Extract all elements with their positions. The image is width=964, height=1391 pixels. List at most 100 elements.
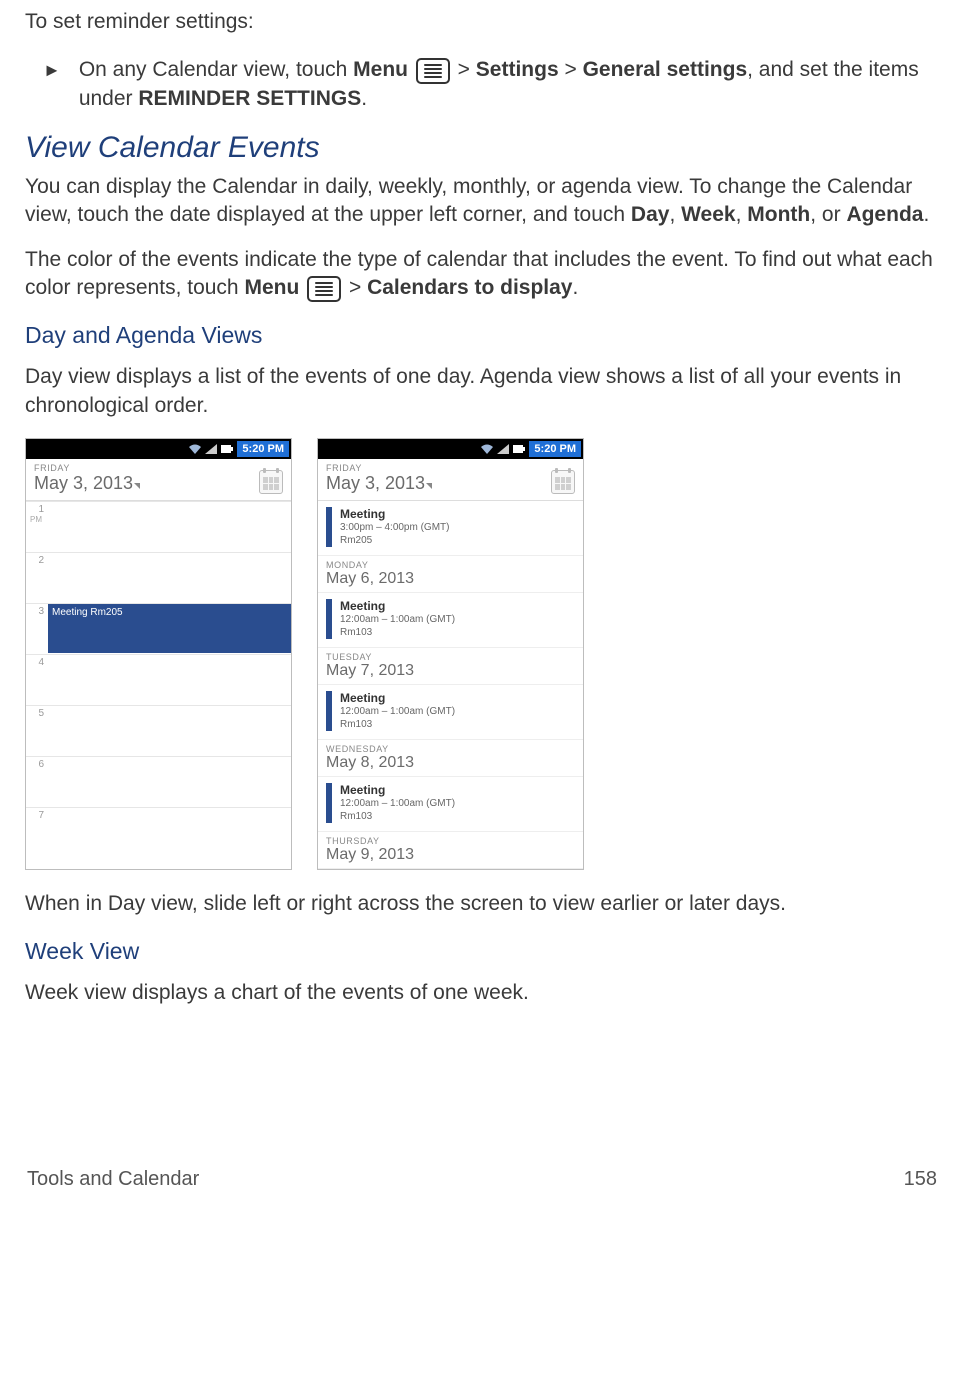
hour-label: 6 (30, 759, 44, 770)
wifi-icon (189, 444, 201, 454)
chevron-down-icon (426, 483, 432, 489)
hour-row[interactable]: 3 Meeting Rm205 (26, 603, 291, 654)
gt1: > (458, 58, 476, 81)
event-title: Meeting (340, 783, 455, 797)
agenda-weekday: WEDNESDAY (326, 744, 575, 754)
menu-label-2: Menu (244, 276, 299, 299)
hour-row[interactable]: 4 (26, 654, 291, 705)
agenda-date: May 6, 2013 (326, 570, 575, 588)
agenda-label: Agenda (846, 203, 923, 226)
event-location: Rm205 (340, 534, 449, 547)
wifi-icon (481, 444, 493, 454)
date-weekday: FRIDAY (34, 463, 140, 473)
page-footer: Tools and Calendar 158 (25, 1168, 939, 1201)
date-weekday: FRIDAY (326, 463, 432, 473)
event-location: Rm103 (340, 810, 455, 823)
chevron-down-icon (134, 483, 140, 489)
event-time: 12:00am – 1:00am (GMT) (340, 705, 455, 718)
week-label: Week (681, 203, 735, 226)
week-view-paragraph: Week view displays a chart of the events… (25, 979, 939, 1007)
p2gt: > (349, 276, 367, 299)
week-view-heading: Week View (25, 938, 939, 965)
agenda-weekday: MONDAY (326, 560, 575, 570)
hour-label: 7 (30, 810, 44, 821)
day-agenda-heading: Day and Agenda Views (25, 322, 939, 349)
bullet-content: On any Calendar view, touch Menu > Setti… (79, 56, 939, 113)
reminder-bullet: ► On any Calendar view, touch Menu > Set… (25, 56, 939, 113)
footer-section: Tools and Calendar (27, 1168, 199, 1191)
p1c3: , or (810, 203, 846, 226)
hour-row[interactable]: 2 (26, 552, 291, 603)
date-main: May 3, 2013 (34, 473, 133, 493)
view-calendar-events-heading: View Calendar Events (25, 131, 939, 165)
p1c1: , (669, 203, 681, 226)
agenda-section-header: TUESDAYMay 7, 2013 (318, 648, 583, 685)
date-main: May 3, 2013 (326, 473, 425, 493)
agenda-date: May 7, 2013 (326, 662, 575, 680)
event-color-bar (326, 783, 332, 823)
event-color-bar (326, 599, 332, 639)
event-location: Rm103 (340, 626, 455, 639)
today-button[interactable] (259, 470, 283, 494)
event-location: Rm103 (340, 718, 455, 731)
view-paragraph-1: You can display the Calendar in daily, w… (25, 173, 939, 230)
p2end: . (572, 276, 578, 299)
today-button[interactable] (551, 470, 575, 494)
signal-icon (205, 444, 217, 454)
agenda-view-body[interactable]: Meeting3:00pm – 4:00pm (GMT)Rm205MONDAYM… (318, 501, 583, 869)
hour-label: 5 (30, 708, 44, 719)
agenda-date: May 8, 2013 (326, 754, 575, 772)
day-view-body[interactable]: 1PM 2 3 Meeting Rm205 4 5 6 7 (26, 501, 291, 858)
hour-label: 4 (30, 657, 44, 668)
event-time: 3:00pm – 4:00pm (GMT) (340, 521, 449, 534)
event-title: Meeting (340, 507, 449, 521)
bullet-period: . (361, 87, 367, 110)
battery-icon (513, 444, 525, 454)
status-time: 5:20 PM (529, 441, 581, 457)
reminder-settings-label: REMINDER SETTINGS (138, 87, 361, 110)
event-title: Meeting (340, 691, 455, 705)
agenda-section-header: THURSDAYMay 9, 2013 (318, 832, 583, 869)
agenda-section-header: WEDNESDAYMay 8, 2013 (318, 740, 583, 777)
day-label: Day (631, 203, 670, 226)
hour-row[interactable]: 1PM (26, 501, 291, 552)
hour-row[interactable]: 7 (26, 807, 291, 858)
menu-icon (416, 58, 450, 84)
gt2: > (559, 58, 583, 81)
view-paragraph-2: The color of the events indicate the typ… (25, 246, 939, 303)
day-agenda-paragraph: Day view displays a list of the events o… (25, 363, 939, 420)
hour-row[interactable]: 5 (26, 705, 291, 756)
settings-label: Settings (476, 58, 559, 81)
date-header[interactable]: FRIDAY May 3, 2013 (26, 459, 291, 501)
day-slide-paragraph: When in Day view, slide left or right ac… (25, 890, 939, 918)
p1end: . (923, 203, 929, 226)
hour-label: 3 (30, 606, 44, 617)
menu-icon (307, 276, 341, 302)
day-view-screenshot: 5:20 PM FRIDAY May 3, 2013 1PM 2 3 Meeting … (25, 438, 292, 870)
event-time: 12:00am – 1:00am (GMT) (340, 613, 455, 626)
agenda-event[interactable]: Meeting12:00am – 1:00am (GMT)Rm103 (318, 777, 583, 832)
agenda-section-header: MONDAYMay 6, 2013 (318, 556, 583, 593)
battery-icon (221, 444, 233, 454)
signal-icon (497, 444, 509, 454)
p1c2: , (736, 203, 748, 226)
hour-row[interactable]: 6 (26, 756, 291, 807)
hour-label: 1 (30, 504, 44, 515)
general-settings-label: General settings (583, 58, 748, 81)
date-header[interactable]: FRIDAY May 3, 2013 (318, 459, 583, 501)
agenda-event[interactable]: Meeting3:00pm – 4:00pm (GMT)Rm205 (318, 501, 583, 556)
screenshots-row: 5:20 PM FRIDAY May 3, 2013 1PM 2 3 Meeting … (25, 438, 939, 870)
event-color-bar (326, 507, 332, 547)
status-time: 5:20 PM (237, 441, 289, 457)
event-time: 12:00am – 1:00am (GMT) (340, 797, 455, 810)
agenda-event[interactable]: Meeting12:00am – 1:00am (GMT)Rm103 (318, 685, 583, 740)
calendars-to-display-label: Calendars to display (367, 276, 572, 299)
agenda-view-screenshot: 5:20 PM FRIDAY May 3, 2013 Meeting3:00pm… (317, 438, 584, 870)
footer-page-number: 158 (904, 1168, 937, 1191)
agenda-weekday: TUESDAY (326, 652, 575, 662)
hour-label: 2 (30, 555, 44, 566)
calendar-event[interactable]: Meeting Rm205 (48, 604, 291, 653)
status-bar: 5:20 PM (26, 439, 291, 459)
event-title: Meeting (340, 599, 455, 613)
agenda-event[interactable]: Meeting12:00am – 1:00am (GMT)Rm103 (318, 593, 583, 648)
